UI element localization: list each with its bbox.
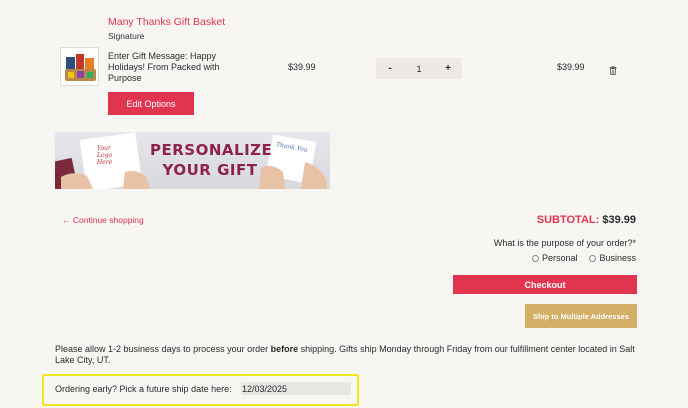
product-thumbnail[interactable]	[60, 47, 99, 86]
product-name-link[interactable]: Many Thanks Gift Basket	[108, 16, 225, 28]
qty-decrease-button[interactable]: -	[384, 63, 396, 74]
trash-icon[interactable]	[609, 62, 617, 76]
gift-message: Enter Gift Message: Happy Holidays! From…	[108, 51, 220, 83]
unit-price: $39.99	[288, 62, 316, 72]
banner-card-left-text: Your Logo Here	[97, 145, 113, 166]
ship-date-label: Ordering early? Pick a future ship date …	[55, 384, 232, 394]
checkout-button[interactable]: Checkout	[453, 275, 637, 294]
quantity-stepper: - 1 +	[376, 58, 462, 79]
gift-basket-image	[61, 48, 98, 85]
banner-title-line1: PERSONALIZE	[150, 141, 273, 159]
subtotal-value: $39.99	[602, 214, 636, 226]
notice-text-bold: before	[270, 344, 299, 354]
order-purpose-radio-group: Personal Business	[531, 253, 636, 263]
radio-circle-icon[interactable]	[531, 254, 539, 262]
purpose-business-radio[interactable]: Business	[589, 253, 636, 263]
ship-date-input[interactable]	[241, 382, 351, 395]
continue-shopping-link[interactable]: ← Continue shopping	[62, 215, 144, 225]
line-total: $39.99	[557, 62, 585, 72]
purpose-personal-radio[interactable]: Personal	[531, 253, 578, 263]
edit-options-button[interactable]: Edit Options	[108, 92, 194, 115]
ship-multiple-addresses-button[interactable]: Ship to Multiple Addresses	[525, 304, 637, 328]
shipping-notice: Please allow 1-2 business days to proces…	[55, 344, 645, 366]
order-purpose-question: What is the purpose of your order?*	[493, 238, 636, 248]
radio-circle-icon[interactable]	[589, 254, 597, 262]
subtotal: SUBTOTAL: $39.99	[537, 214, 636, 226]
product-variant: Signature	[108, 31, 145, 41]
continue-shopping-label: Continue shopping	[72, 215, 144, 225]
notice-text-start: Please allow 1-2 business days to proces…	[55, 344, 271, 354]
personalize-gift-banner[interactable]: Your Logo Here Thank You PERSONALIZE YOU…	[55, 132, 330, 189]
purpose-business-label: Business	[599, 253, 636, 263]
banner-title-line2: YOUR GIFT	[162, 161, 258, 179]
subtotal-label: SUBTOTAL:	[536, 214, 600, 226]
qty-increase-button[interactable]: +	[442, 63, 454, 74]
purpose-personal-label: Personal	[541, 253, 578, 263]
arrow-left-icon: ←	[62, 215, 71, 225]
qty-value[interactable]: 1	[416, 64, 421, 74]
